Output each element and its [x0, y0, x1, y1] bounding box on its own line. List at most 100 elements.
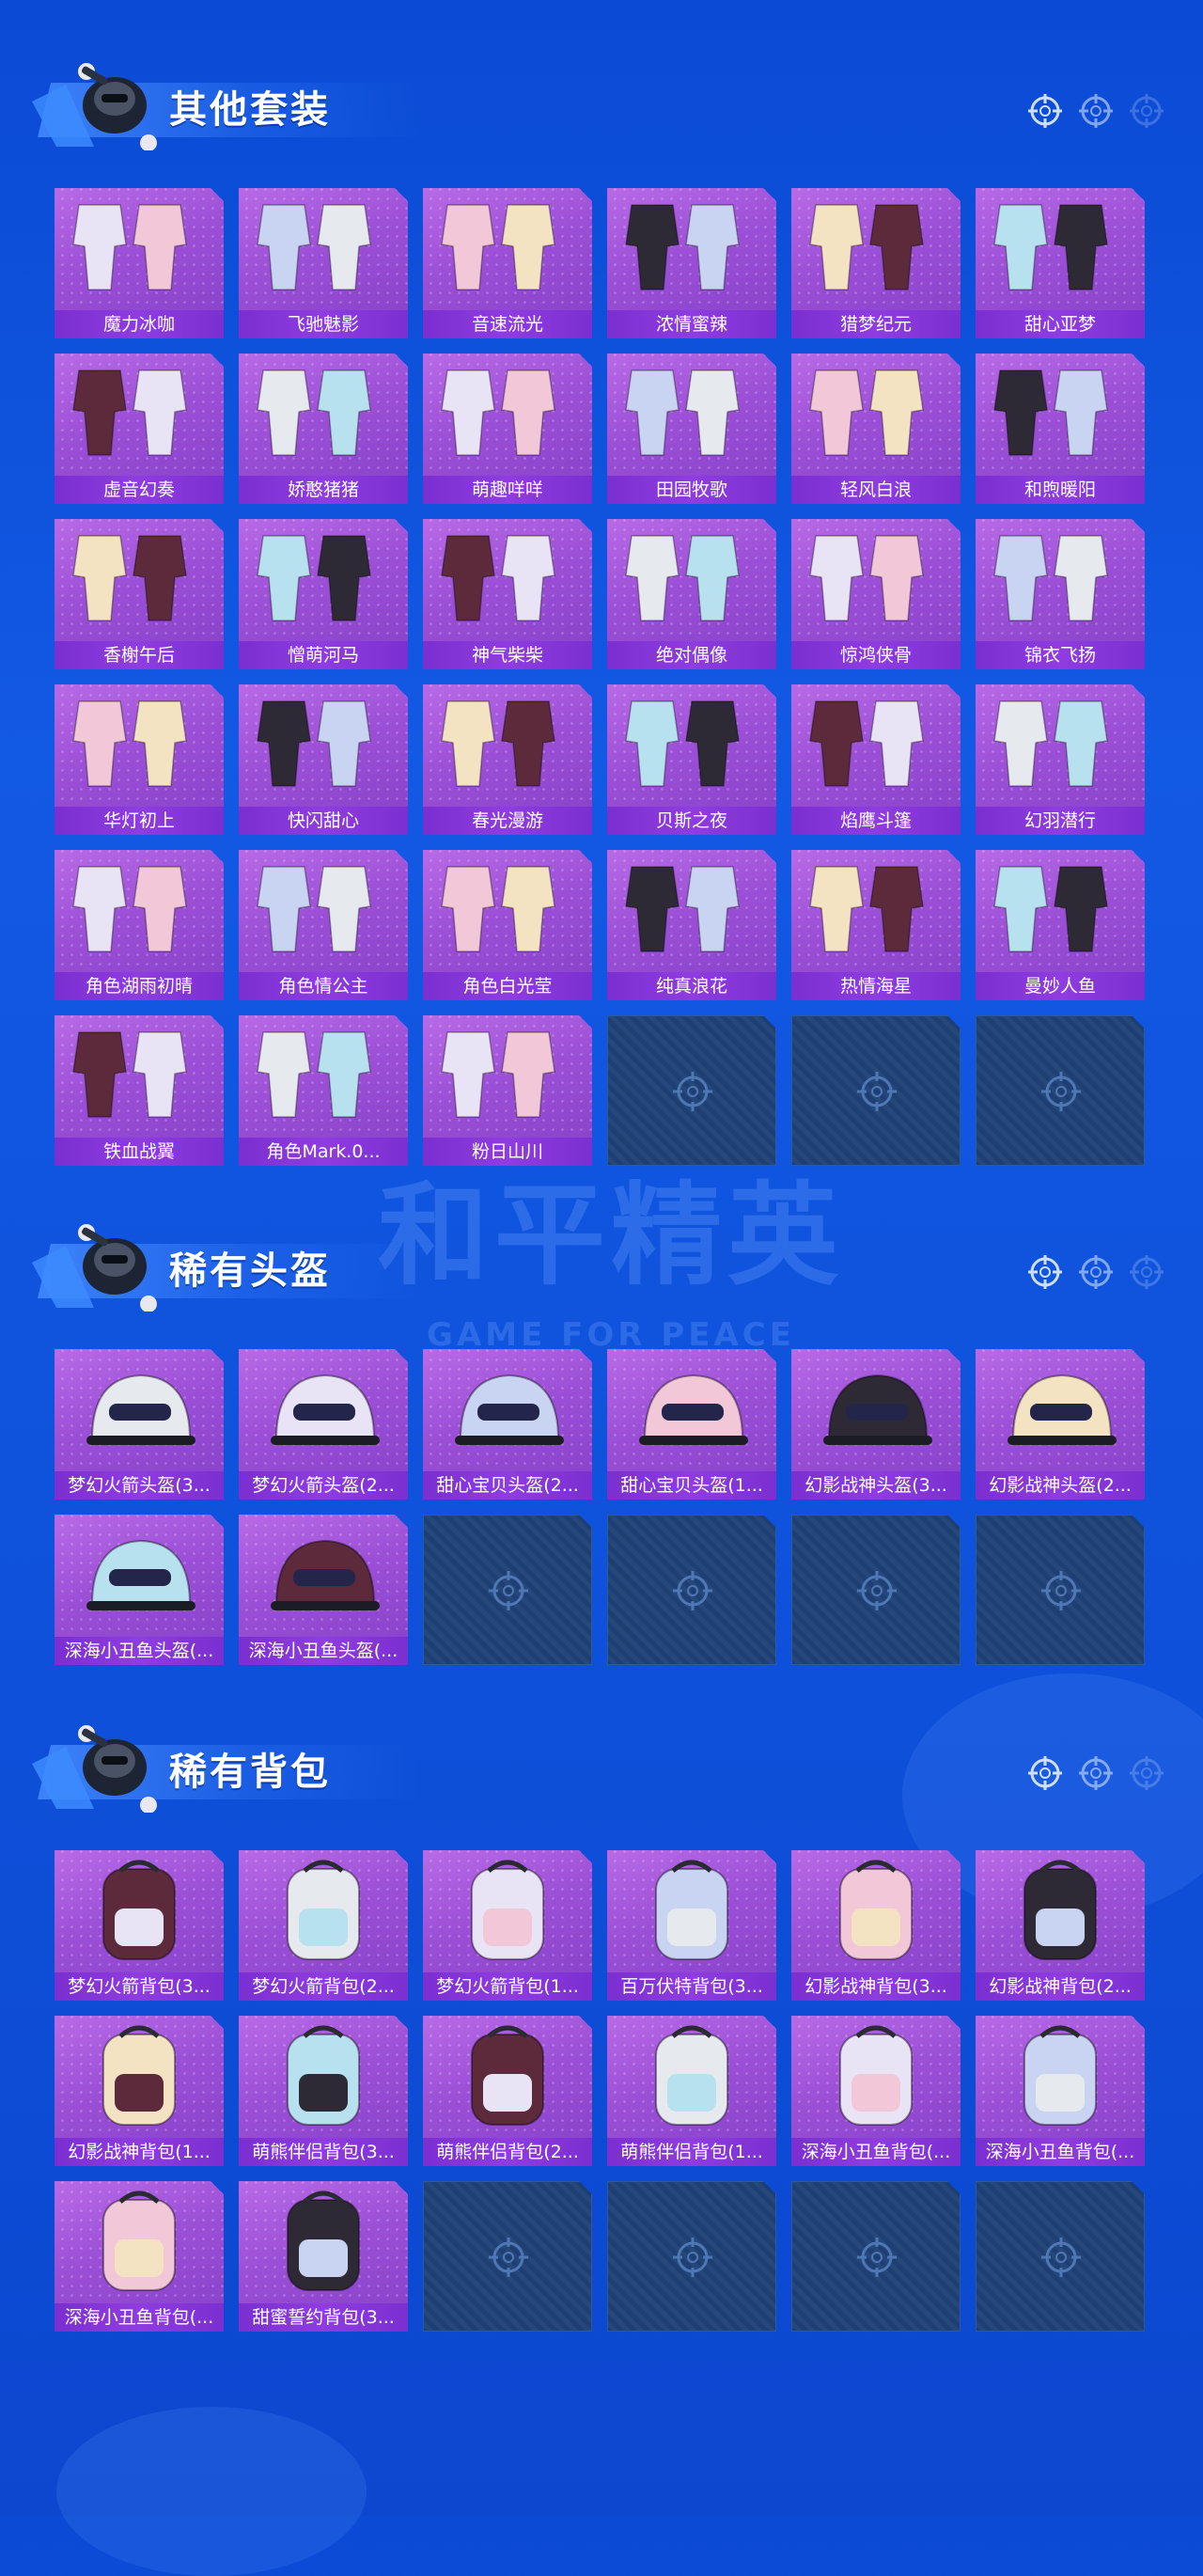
- item-card[interactable]: 深海小丑鱼背包(...: [791, 2016, 961, 2166]
- empty-slot: [607, 1015, 776, 1166]
- item-card[interactable]: 甜心亚梦: [976, 188, 1145, 338]
- item-card[interactable]: 甜蜜誓约背包(3...: [239, 2181, 408, 2332]
- section-rare-backpacks: 稀有背包 梦幻火箭背包(3... 梦幻火箭背包(2... 梦幻火箭背包(1... 百万…: [0, 1719, 1203, 1813]
- item-card[interactable]: 幻影战神头盔(2...: [976, 1349, 1145, 1500]
- item-card[interactable]: 梦幻火箭头盔(2...: [239, 1349, 408, 1500]
- item-grid: 梦幻火箭背包(3... 梦幻火箭背包(2... 梦幻火箭背包(1... 百万伏特背包(…: [55, 1850, 1145, 2332]
- item-label: 梦幻火箭背包(1...: [423, 1972, 592, 2001]
- item-thumbnail-icon: [607, 519, 776, 641]
- item-card[interactable]: 萌熊伴侣背包(2...: [423, 2016, 592, 2166]
- item-thumbnail-icon: [423, 1349, 592, 1471]
- item-label: 热情海星: [791, 972, 961, 1000]
- item-thumbnail-icon: [791, 850, 961, 972]
- item-card[interactable]: 梦幻火箭背包(2...: [239, 1850, 408, 2001]
- item-label: 和煦暖阳: [976, 476, 1145, 504]
- item-thumbnail-icon: [791, 2016, 961, 2138]
- item-card[interactable]: 萌趣咩咩: [423, 353, 592, 504]
- item-card[interactable]: 深海小丑鱼头盔(...: [239, 1515, 408, 1665]
- soldier-mascot-icon: [32, 1725, 157, 1813]
- item-thumbnail-icon: [423, 684, 592, 807]
- item-card[interactable]: 深海小丑鱼背包(...: [976, 2016, 1145, 2166]
- item-card[interactable]: 角色Mark.0...: [239, 1015, 408, 1166]
- item-label: 铁血战翼: [55, 1138, 224, 1166]
- item-label: 猎梦纪元: [791, 310, 961, 338]
- section-other-outfits: 其他套装 魔力冰咖 飞驰魅影 音速流光 浓情蜜辣 猎梦纪元 甜心亚梦 虚音幻奏 娇憨猪猪 萌趣咩…: [0, 56, 1203, 150]
- item-card[interactable]: 虚音幻奏: [55, 353, 224, 504]
- item-label: 梦幻火箭背包(3...: [55, 1972, 224, 2001]
- item-card[interactable]: 铁血战翼: [55, 1015, 224, 1166]
- crosshair-icon: [1079, 94, 1113, 128]
- crosshair-icon: [486, 2235, 531, 2280]
- crosshair-icon: [670, 1568, 715, 1613]
- item-card[interactable]: 曼妙人鱼: [976, 850, 1145, 1000]
- crosshair-icon: [1079, 1255, 1113, 1289]
- item-thumbnail-icon: [239, 188, 408, 310]
- item-card[interactable]: 幻羽潜行: [976, 684, 1145, 835]
- item-label: 神气柴柴: [423, 641, 592, 669]
- item-thumbnail-icon: [976, 684, 1145, 807]
- item-card[interactable]: 热情海星: [791, 850, 961, 1000]
- item-card[interactable]: 幻影战神背包(3...: [791, 1850, 961, 2001]
- item-card[interactable]: 浓情蜜辣: [607, 188, 776, 338]
- item-card[interactable]: 幻影战神背包(1...: [55, 2016, 224, 2166]
- item-card[interactable]: 幻影战神头盔(3...: [791, 1349, 961, 1500]
- item-card[interactable]: 甜心宝贝头盔(1...: [607, 1349, 776, 1500]
- item-card[interactable]: 萌熊伴侣背包(3...: [239, 2016, 408, 2166]
- item-label: 角色白光莹: [423, 972, 592, 1000]
- crosshair-icon: [1079, 1756, 1113, 1790]
- item-card[interactable]: 粉日山川: [423, 1015, 592, 1166]
- item-card[interactable]: 角色情公主: [239, 850, 408, 1000]
- item-card[interactable]: 纯真浪花: [607, 850, 776, 1000]
- item-card[interactable]: 快闪甜心: [239, 684, 408, 835]
- item-thumbnail-icon: [976, 2016, 1145, 2138]
- item-card[interactable]: 深海小丑鱼背包(...: [55, 2181, 224, 2332]
- item-thumbnail-icon: [791, 188, 961, 310]
- item-label: 快闪甜心: [239, 807, 408, 835]
- empty-slot: [976, 2181, 1145, 2332]
- item-thumbnail-icon: [423, 1850, 592, 1972]
- item-card[interactable]: 香榭午后: [55, 519, 224, 669]
- item-grid: 魔力冰咖 飞驰魅影 音速流光 浓情蜜辣 猎梦纪元 甜心亚梦虚音幻奏 娇憨猪猪 萌趣咩咩 田园牧歌…: [55, 188, 1145, 1166]
- item-card[interactable]: 魔力冰咖: [55, 188, 224, 338]
- item-card[interactable]: 憎萌河马: [239, 519, 408, 669]
- item-thumbnail-icon: [55, 1515, 224, 1637]
- item-card[interactable]: 幻影战神背包(2...: [976, 1850, 1145, 2001]
- item-label: 浓情蜜辣: [607, 310, 776, 338]
- item-card[interactable]: 百万伏特背包(3...: [607, 1850, 776, 2001]
- item-card[interactable]: 角色白光莹: [423, 850, 592, 1000]
- item-card[interactable]: 神气柴柴: [423, 519, 592, 669]
- item-card[interactable]: 和煦暖阳: [976, 353, 1145, 504]
- item-card[interactable]: 田园牧歌: [607, 353, 776, 504]
- background-decoration: [56, 2407, 367, 2576]
- item-label: 角色Mark.0...: [239, 1138, 408, 1166]
- item-label: 憎萌河马: [239, 641, 408, 669]
- item-label: 梦幻火箭背包(2...: [239, 1972, 408, 2001]
- item-label: 幻影战神头盔(2...: [976, 1471, 1145, 1500]
- item-card[interactable]: 焰鹰斗篷: [791, 684, 961, 835]
- item-card[interactable]: 梦幻火箭头盔(3...: [55, 1349, 224, 1500]
- item-card[interactable]: 飞驰魅影: [239, 188, 408, 338]
- item-thumbnail-icon: [55, 1349, 224, 1471]
- item-card[interactable]: 角色湖雨初晴: [55, 850, 224, 1000]
- item-card[interactable]: 音速流光: [423, 188, 592, 338]
- item-card[interactable]: 锦衣飞扬: [976, 519, 1145, 669]
- item-card[interactable]: 轻风白浪: [791, 353, 961, 504]
- item-label: 幻影战神背包(3...: [791, 1972, 961, 2001]
- item-card[interactable]: 春光漫游: [423, 684, 592, 835]
- item-card[interactable]: 贝斯之夜: [607, 684, 776, 835]
- item-card[interactable]: 梦幻火箭背包(3...: [55, 1850, 224, 2001]
- item-thumbnail-icon: [607, 2016, 776, 2138]
- item-card[interactable]: 华灯初上: [55, 684, 224, 835]
- item-card[interactable]: 深海小丑鱼头盔(...: [55, 1515, 224, 1665]
- item-thumbnail-icon: [976, 1850, 1145, 1972]
- item-card[interactable]: 绝对偶像: [607, 519, 776, 669]
- item-card[interactable]: 猎梦纪元: [791, 188, 961, 338]
- item-card[interactable]: 甜心宝贝头盔(2...: [423, 1349, 592, 1500]
- item-card[interactable]: 萌熊伴侣背包(1...: [607, 2016, 776, 2166]
- empty-slot: [976, 1515, 1145, 1665]
- crosshair-icon: [670, 2235, 715, 2280]
- item-card[interactable]: 梦幻火箭背包(1...: [423, 1850, 592, 2001]
- item-card[interactable]: 娇憨猪猪: [239, 353, 408, 504]
- item-card[interactable]: 惊鸿侠骨: [791, 519, 961, 669]
- item-label: 萌熊伴侣背包(3...: [239, 2138, 408, 2166]
